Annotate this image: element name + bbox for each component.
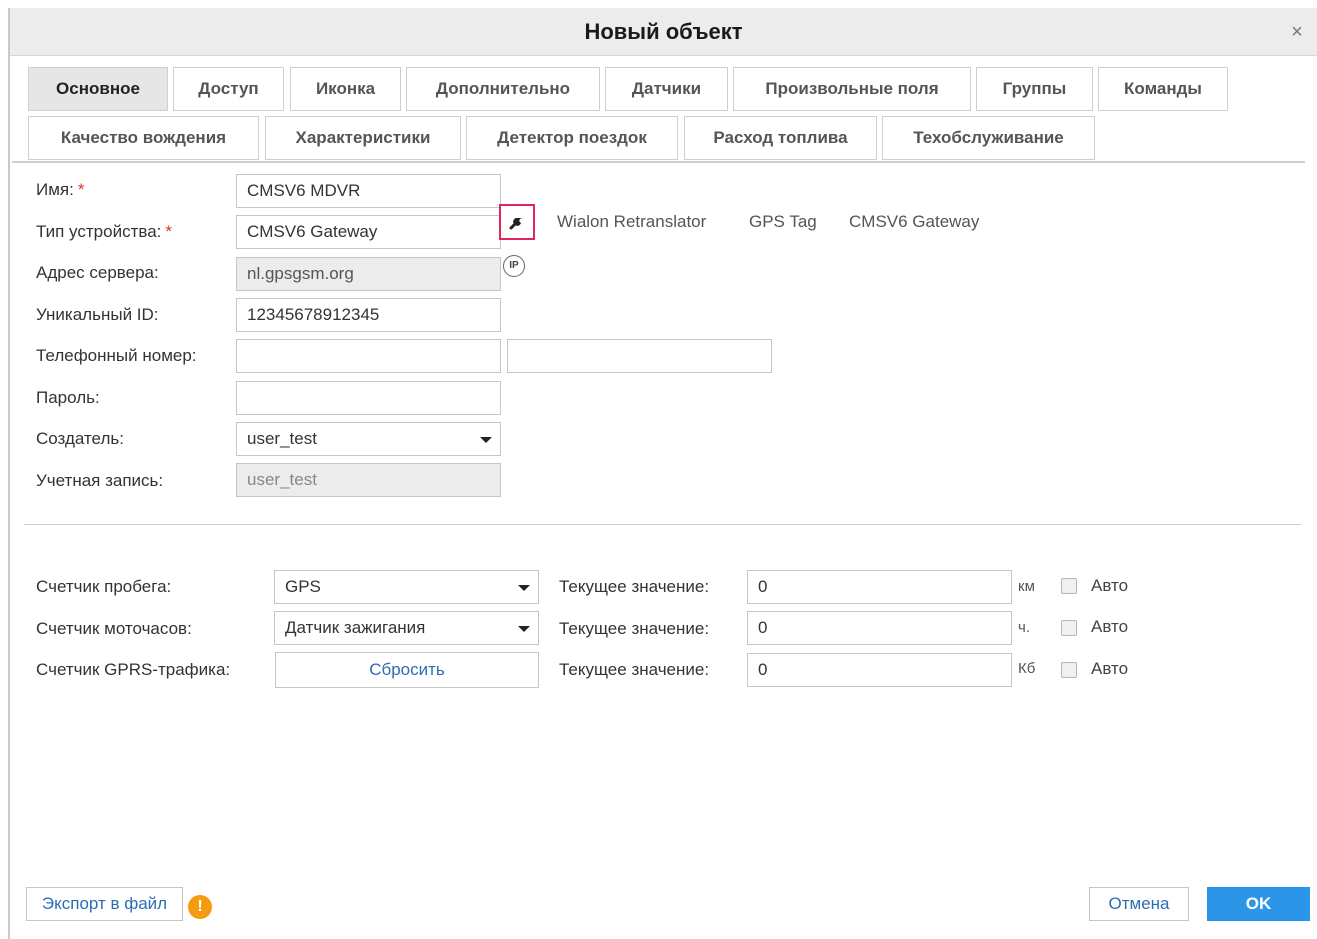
device-suggestion-wialon[interactable]: Wialon Retranslator <box>557 212 706 232</box>
gprs-auto-label: Авто <box>1091 659 1129 678</box>
creator-label: Создатель: <box>36 429 124 448</box>
tab-sensors[interactable]: Датчики <box>605 67 728 111</box>
phone-input-1[interactable] <box>236 339 501 373</box>
tab-advanced[interactable]: Дополнительно <box>406 67 600 111</box>
tab-maintenance[interactable]: Техобслуживание <box>882 116 1095 160</box>
mileage-counter-select[interactable]: GPS <box>274 570 539 604</box>
warning-icon[interactable]: ! <box>188 895 212 919</box>
creator-select[interactable]: user_test <box>236 422 501 456</box>
mileage-unit: км <box>1018 578 1035 595</box>
gprs-current-input[interactable]: 0 <box>747 653 1012 687</box>
password-label: Пароль: <box>36 388 100 407</box>
tab-driving-quality[interactable]: Качество вождения <box>28 116 259 160</box>
device-type-input[interactable]: CMSV6 Gateway <box>236 215 501 249</box>
chevron-down-icon <box>480 437 492 443</box>
mileage-current-input[interactable]: 0 <box>747 570 1012 604</box>
section-divider <box>24 524 1301 525</box>
ok-button[interactable]: OK <box>1207 887 1310 921</box>
password-input[interactable] <box>236 381 501 415</box>
server-label: Адрес сервера: <box>36 263 159 282</box>
account-input: user_test <box>236 463 501 497</box>
tab-fuel-consumption[interactable]: Расход топлива <box>684 116 877 160</box>
device-suggestion-gps-tag[interactable]: GPS Tag <box>749 212 817 232</box>
phone-input-2[interactable] <box>507 339 772 373</box>
mileage-counter-label: Счетчик пробега: <box>36 577 172 596</box>
phone-label: Телефонный номер: <box>36 346 197 365</box>
ip-icon[interactable]: IP <box>503 255 525 277</box>
engine-hours-select[interactable]: Датчик зажигания <box>274 611 539 645</box>
engine-hours-value: Датчик зажигания <box>285 618 426 637</box>
gprs-current-label: Текущее значение: <box>559 660 710 679</box>
mileage-auto-label: Авто <box>1091 576 1129 595</box>
account-label: Учетная запись: <box>36 471 164 490</box>
tab-characteristics[interactable]: Характеристики <box>265 116 461 160</box>
chevron-down-icon <box>518 626 530 632</box>
tab-commands[interactable]: Команды <box>1098 67 1228 111</box>
gprs-counter-label: Счетчик GPRS-трафика: <box>36 660 231 679</box>
tab-groups[interactable]: Группы <box>976 67 1093 111</box>
tab-custom-fields[interactable]: Произвольные поля <box>733 67 971 111</box>
gprs-reset-button[interactable]: Сбросить <box>275 652 539 688</box>
unique-id-label: Уникальный ID: <box>36 305 159 324</box>
mileage-current-label: Текущее значение: <box>559 577 710 596</box>
engine-current-label: Текущее значение: <box>559 619 710 638</box>
engine-hours-label: Счетчик моточасов: <box>36 619 192 638</box>
tab-trip-detector[interactable]: Детектор поездок <box>466 116 678 160</box>
unique-id-input[interactable]: 12345678912345 <box>236 298 501 332</box>
mileage-auto-checkbox[interactable] <box>1061 578 1077 594</box>
wrench-icon[interactable] <box>499 204 535 240</box>
dialog-title: Новый объект <box>584 19 743 44</box>
tab-access[interactable]: Доступ <box>173 67 284 111</box>
tab-main[interactable]: Основное <box>28 67 168 111</box>
name-input[interactable]: CMSV6 MDVR <box>236 174 501 208</box>
name-label: Имя: * <box>36 180 85 199</box>
mileage-counter-value: GPS <box>285 577 321 596</box>
export-to-file-button[interactable]: Экспорт в файл <box>26 887 183 921</box>
engine-current-input[interactable]: 0 <box>747 611 1012 645</box>
engine-auto-label: Авто <box>1091 617 1129 636</box>
cancel-button[interactable]: Отмена <box>1089 887 1189 921</box>
server-input: nl.gpsgsm.org <box>236 257 501 291</box>
close-icon[interactable]: × <box>1287 22 1307 42</box>
chevron-down-icon <box>518 585 530 591</box>
device-type-label: Тип устройства: * <box>36 222 172 241</box>
tabs-divider <box>12 161 1305 163</box>
device-suggestion-cmsv6[interactable]: CMSV6 Gateway <box>849 212 979 232</box>
gprs-unit: Кб <box>1018 660 1036 677</box>
gprs-auto-checkbox[interactable] <box>1061 662 1077 678</box>
engine-auto-checkbox[interactable] <box>1061 620 1077 636</box>
tab-icon[interactable]: Иконка <box>290 67 401 111</box>
dialog-titlebar: Новый объект × <box>10 8 1317 56</box>
engine-unit: ч. <box>1018 619 1030 636</box>
creator-select-value: user_test <box>247 429 317 448</box>
